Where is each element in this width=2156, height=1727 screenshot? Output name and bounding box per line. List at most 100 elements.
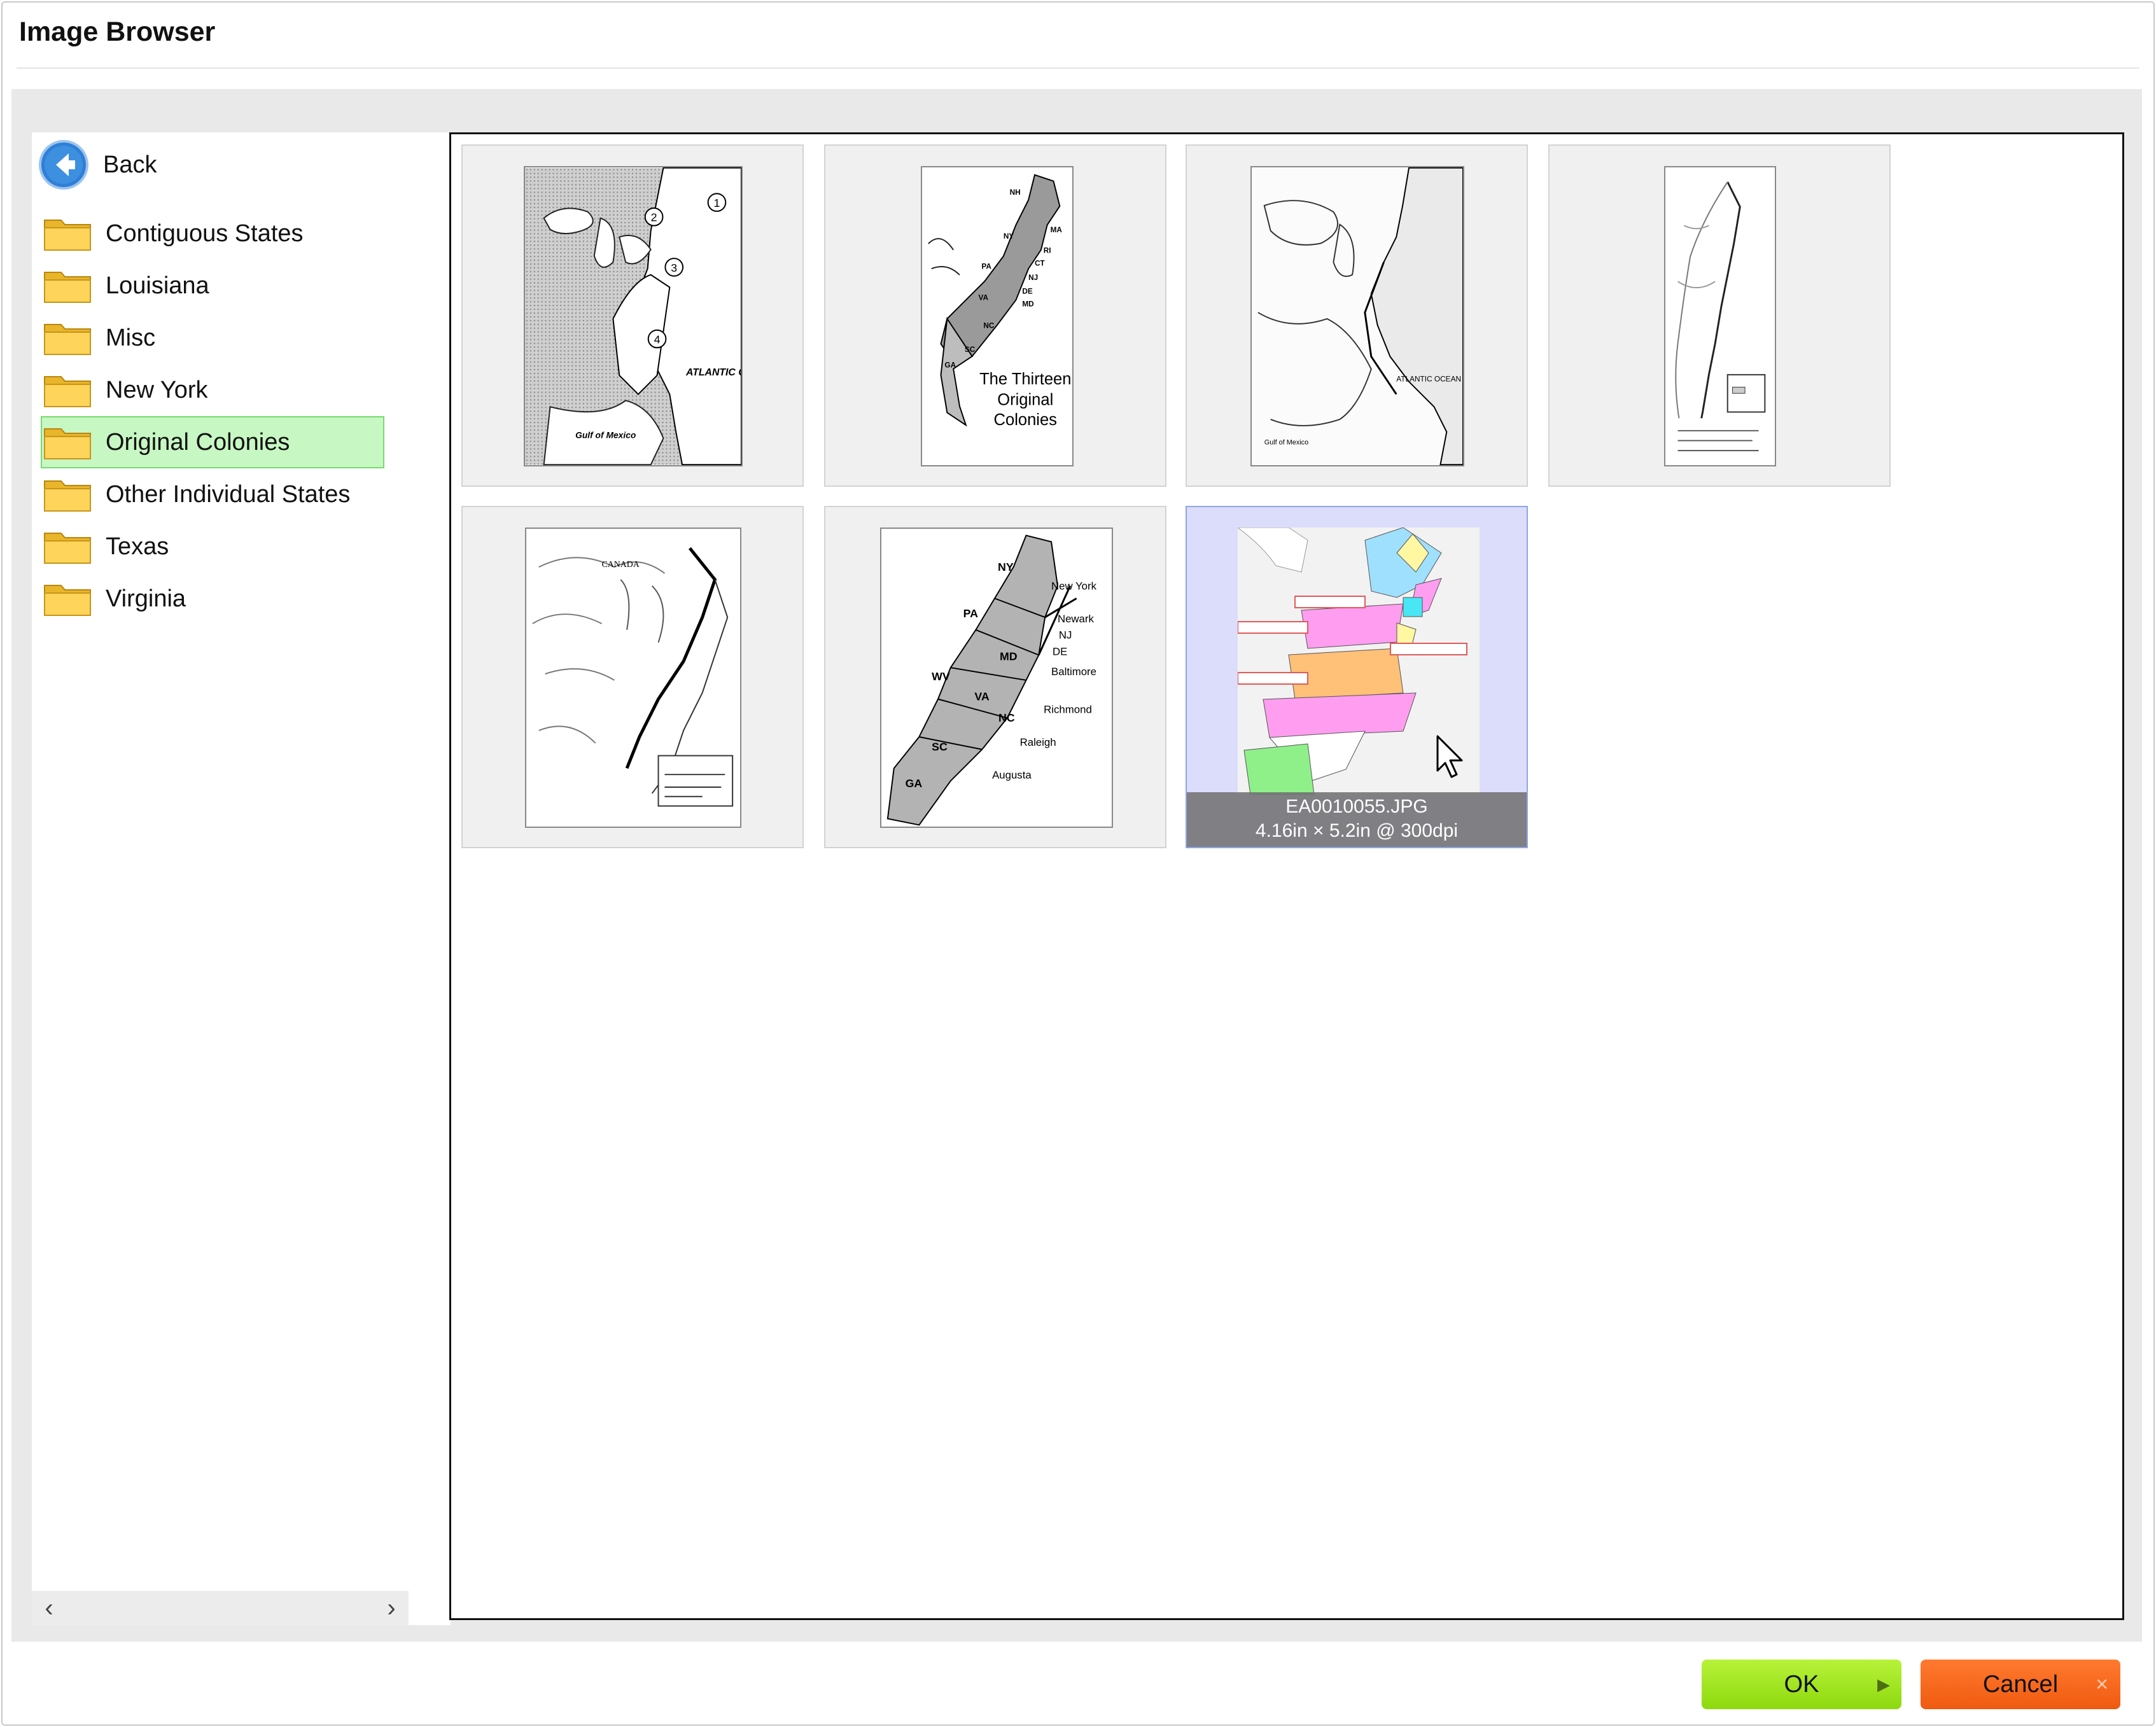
map-proclamation-image: CANADA <box>526 529 740 827</box>
map-image: 1 2 3 4 ATLANTIC OCEAN Gulf of Mexico <box>524 166 743 466</box>
image-grid: 1 2 3 4 ATLANTIC OCEAN Gulf of Mexico NH… <box>449 132 2124 1620</box>
scroll-right-icon[interactable]: › <box>374 1591 409 1625</box>
folder-icon <box>44 324 91 355</box>
folder-label: Original Colonies <box>106 428 290 456</box>
map-label: CT <box>1035 258 1046 267</box>
mouse-cursor-icon <box>1436 735 1463 778</box>
svg-text:4: 4 <box>654 333 661 346</box>
map-shaded-regions-image: 1 2 3 4 ATLANTIC OCEAN Gulf of Mexico <box>525 167 741 465</box>
map-label: NJ <box>1059 629 1072 641</box>
map-label: NC <box>983 321 995 330</box>
map-label: Original <box>997 391 1053 409</box>
map-label: The Thirteen <box>979 370 1071 388</box>
map-label: DE <box>1053 645 1067 657</box>
cancel-label: Cancel <box>1982 1670 2059 1698</box>
map-outline-image: ATLANTIC OCEAN Gulf of Mexico <box>1252 167 1463 465</box>
folder-icon <box>44 585 91 616</box>
folder-contiguous-states[interactable]: Contiguous States <box>41 207 448 260</box>
cancel-button[interactable]: Cancel ✕ <box>1921 1660 2120 1709</box>
folder-icon <box>44 480 91 512</box>
map-label: ATLANTIC OCEAN <box>1396 375 1461 384</box>
folder-label: Contiguous States <box>106 220 304 247</box>
title-divider <box>17 67 2139 69</box>
map-label: RI <box>1044 246 1051 255</box>
map-label: DE <box>1022 287 1033 296</box>
map-label: GA <box>906 777 923 790</box>
file-info: 4.16in × 5.2in @ 300dpi <box>1255 820 1459 841</box>
folder-icon <box>44 220 91 251</box>
folder-label: Texas <box>106 533 169 560</box>
map-label: GA <box>944 361 956 370</box>
map-label: ATLANTIC OCEAN <box>685 367 741 378</box>
close-icon: ✕ <box>2095 1675 2109 1694</box>
folder-label: Misc <box>106 324 156 351</box>
map-image: NY PA WV MD VA NC SC GA New York Newark … <box>880 528 1113 828</box>
image-thumbnail[interactable]: NY PA WV MD VA NC SC GA New York Newark … <box>824 506 1166 848</box>
sidebar-horizontal-scrollbar[interactable]: ‹ › <box>32 1591 409 1625</box>
map-label: MD <box>1000 650 1018 662</box>
image-thumbnail[interactable]: NH MA NY RI CT PA NJ DE MD VA NC SC GA T… <box>824 144 1166 487</box>
folder-new-york[interactable]: New York <box>41 364 448 416</box>
map-label: PA <box>963 607 979 620</box>
folder-icon <box>44 272 91 303</box>
play-arrow-icon: ▶ <box>1877 1675 1890 1694</box>
folder-other-individual-states[interactable]: Other Individual States <box>41 468 448 521</box>
folder-icon <box>44 428 91 459</box>
map-label: NY <box>1004 232 1014 241</box>
map-label: CANADA <box>602 559 640 569</box>
folder-list: Contiguous States Louisiana Misc New Yor… <box>41 207 448 625</box>
back-button[interactable]: Back <box>38 137 157 192</box>
map-label: Newark <box>1058 613 1095 625</box>
map-image <box>1664 166 1776 466</box>
map-label: VA <box>974 690 990 703</box>
ok-label: OK <box>1784 1670 1819 1698</box>
svg-text:3: 3 <box>671 262 677 274</box>
scroll-left-icon[interactable]: ‹ <box>32 1591 66 1625</box>
image-thumbnail[interactable]: CANADA <box>461 506 804 848</box>
folder-label: New York <box>106 376 208 403</box>
image-thumbnail-selected[interactable]: EA0010055.JPG 4.16in × 5.2in @ 300dpi <box>1186 506 1528 848</box>
folder-original-colonies[interactable]: Original Colonies <box>41 416 384 468</box>
folder-label: Louisiana <box>106 272 209 299</box>
image-thumbnail[interactable]: 1 2 3 4 ATLANTIC OCEAN Gulf of Mexico <box>461 144 804 487</box>
map-label: SC <box>965 345 976 354</box>
map-label: WV <box>932 670 950 683</box>
map-coastline-image <box>1665 169 1775 463</box>
image-thumbnail[interactable]: ATLANTIC OCEAN Gulf of Mexico <box>1186 144 1528 487</box>
map-label: NC <box>998 711 1015 724</box>
dialog-title: Image Browser <box>19 17 216 47</box>
back-arrow-icon <box>39 140 88 190</box>
map-label: MA <box>1051 225 1063 234</box>
map-label: NJ <box>1028 273 1038 282</box>
folder-icon <box>44 533 91 564</box>
ok-button[interactable]: OK ▶ <box>1702 1660 1901 1709</box>
svg-text:1: 1 <box>714 197 720 209</box>
map-label: Augusta <box>992 769 1032 781</box>
back-label: Back <box>103 151 157 178</box>
map-label: SC <box>932 741 948 753</box>
file-name: EA0010055.JPG <box>1285 796 1428 817</box>
map-states-cities-image: NY PA WV MD VA NC SC GA New York Newark … <box>886 535 1097 826</box>
folder-label: Other Individual States <box>106 480 351 508</box>
map-label: Colonies <box>994 411 1057 429</box>
folder-misc[interactable]: Misc <box>41 312 448 364</box>
map-image: ATLANTIC OCEAN Gulf of Mexico <box>1250 166 1464 466</box>
map-label: New York <box>1051 580 1097 592</box>
map-thirteen-colonies-image: NH MA NY RI CT PA NJ DE MD VA NC SC GA T… <box>928 174 1071 429</box>
svg-text:2: 2 <box>651 211 657 224</box>
map-label: Gulf of Mexico <box>1264 439 1308 447</box>
folder-virginia[interactable]: Virginia <box>41 573 448 625</box>
image-thumbnail[interactable] <box>1548 144 1891 487</box>
map-label: MD <box>1022 299 1034 308</box>
map-image: CANADA <box>525 528 741 828</box>
map-label: Raleigh <box>1020 736 1056 748</box>
thumbnail-caption: EA0010055.JPG 4.16in × 5.2in @ 300dpi <box>1187 792 1527 847</box>
folder-texas[interactable]: Texas <box>41 521 448 573</box>
map-label: PA <box>981 262 991 270</box>
folder-louisiana[interactable]: Louisiana <box>41 260 448 312</box>
map-label: VA <box>979 293 989 302</box>
map-label: NH <box>1010 188 1021 197</box>
map-label: NY <box>998 561 1014 573</box>
folder-label: Virginia <box>106 585 186 612</box>
map-label: Richmond <box>1044 703 1092 715</box>
